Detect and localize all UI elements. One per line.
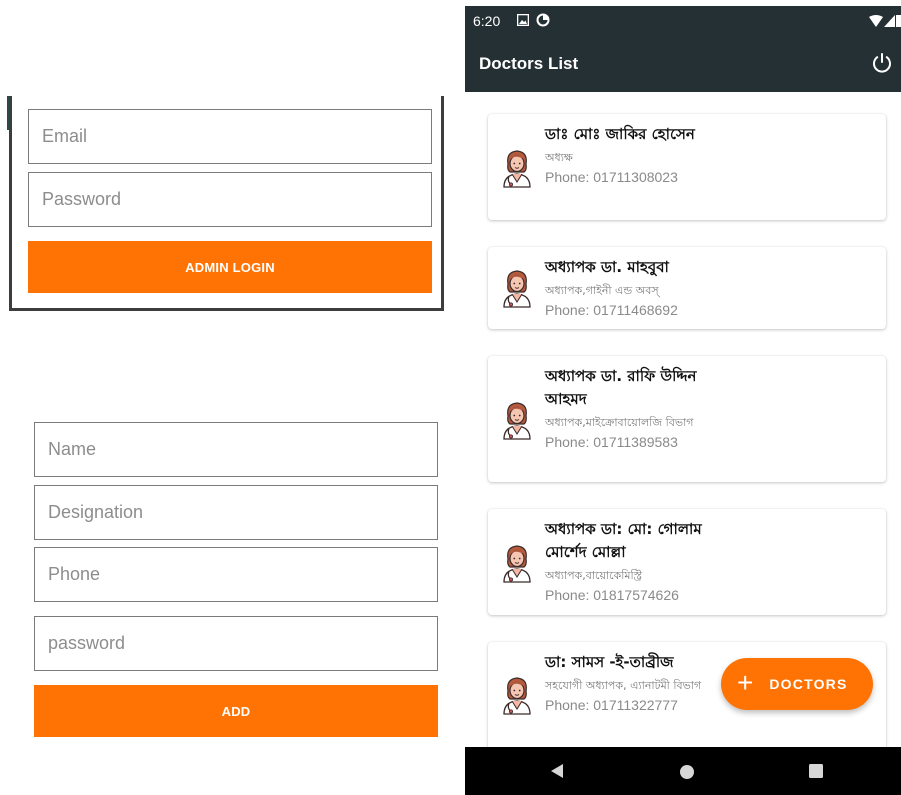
doctor-phone: Phone: 01711389583 — [545, 434, 678, 450]
admin-login-panel: Email Password ADMIN LOGIN — [9, 96, 444, 311]
doctor-name: অধ্যাপক ডা. রাফি উদ্দিন আহমদ — [545, 367, 697, 408]
doctor-avatar-icon — [500, 675, 534, 715]
designation-placeholder: Designation — [48, 502, 144, 522]
doctor-designation: অধ্যাপক,মাইক্রোবায়োলজি বিভাগ — [545, 416, 694, 429]
doctor-phone: Phone: 01817574626 — [545, 587, 679, 603]
email-field[interactable]: Email — [28, 109, 432, 164]
new-password-field[interactable]: password — [34, 616, 438, 671]
doctor-name: ডাঃ মোঃ জাকির হোসেন — [545, 125, 695, 143]
plus-icon: + — [737, 666, 754, 698]
doctor-phone: Phone: 01711308023 — [545, 169, 678, 185]
doctor-card[interactable]: অধ্যাপক ডা. রাফি উদ্দিন আহমদ অধ্যাপক,মাই… — [488, 356, 886, 482]
doctor-avatar-icon — [500, 268, 534, 308]
phone-field[interactable]: Phone — [34, 547, 438, 602]
wifi-icon — [869, 15, 883, 27]
doctor-designation: অধ্যাপক,গাইনী এন্ড অবস্ — [545, 284, 659, 297]
signal-icon — [884, 15, 895, 27]
phone-placeholder: Phone — [48, 564, 101, 584]
doctor-designation: অধ্যাপক,বায়োকেমিস্ট্রি — [545, 569, 642, 582]
admin-login-button[interactable]: ADMIN LOGIN — [28, 241, 432, 293]
doctor-avatar-icon — [500, 148, 534, 188]
fab-label: DOCTORS — [769, 676, 848, 692]
password-field[interactable]: Password — [28, 172, 432, 227]
doctor-card[interactable]: অধ্যাপক ডা: মো: গোলাম মোর্শেদ মোল্লা অধ্… — [488, 509, 886, 615]
doctor-avatar-icon — [500, 543, 534, 583]
doctor-avatar-icon — [500, 400, 534, 440]
doctor-name: অধ্যাপক ডা: মো: গোলাম মোর্শেদ মোল্লা — [545, 520, 702, 561]
doctor-phone: Phone: 01711322777 — [545, 697, 678, 713]
image-notification-icon — [517, 14, 529, 26]
recents-icon[interactable] — [809, 764, 823, 778]
name-placeholder: Name — [48, 439, 97, 459]
add-button[interactable]: ADD — [34, 685, 438, 737]
name-field[interactable]: Name — [34, 422, 438, 477]
doctor-name: অধ্যাপক ডা. মাহবুবা — [545, 258, 669, 276]
phone-screen: 6:20 Doctors List ডাঃ মোঃ জাকির হোসেন অধ… — [465, 6, 901, 795]
status-bar: 6:20 — [465, 6, 901, 38]
back-icon[interactable] — [550, 763, 564, 779]
add-doctors-fab[interactable]: + DOCTORS — [721, 658, 873, 710]
power-icon[interactable] — [871, 52, 893, 74]
doctor-card[interactable]: ডাঃ মোঃ জাকির হোসেন অধ্যক্ষ Phone: 01711… — [488, 114, 886, 220]
new-password-placeholder: password — [48, 633, 126, 653]
doctor-phone: Phone: 01711468692 — [545, 302, 678, 318]
data-saver-icon — [536, 13, 550, 27]
battery-icon — [896, 15, 901, 27]
doctor-designation: সহযোগী অধ্যাপক, এ্যানাটমী বিভাগ — [545, 679, 702, 692]
designation-field[interactable]: Designation — [34, 485, 438, 540]
doctor-card[interactable]: অধ্যাপক ডা. মাহবুবা অধ্যাপক,গাইনী এন্ড অ… — [488, 247, 886, 329]
app-title: Doctors List — [479, 54, 579, 73]
home-icon[interactable] — [679, 764, 695, 780]
doctor-name: ডা: সামস -ই-তাব্রীজ — [545, 653, 674, 671]
status-time: 6:20 — [473, 13, 501, 29]
app-bar: Doctors List — [465, 38, 901, 92]
doctor-designation: অধ্যক্ষ — [545, 151, 573, 164]
password-placeholder: Password — [42, 189, 122, 209]
email-placeholder: Email — [42, 126, 88, 146]
navigation-bar — [465, 747, 901, 795]
